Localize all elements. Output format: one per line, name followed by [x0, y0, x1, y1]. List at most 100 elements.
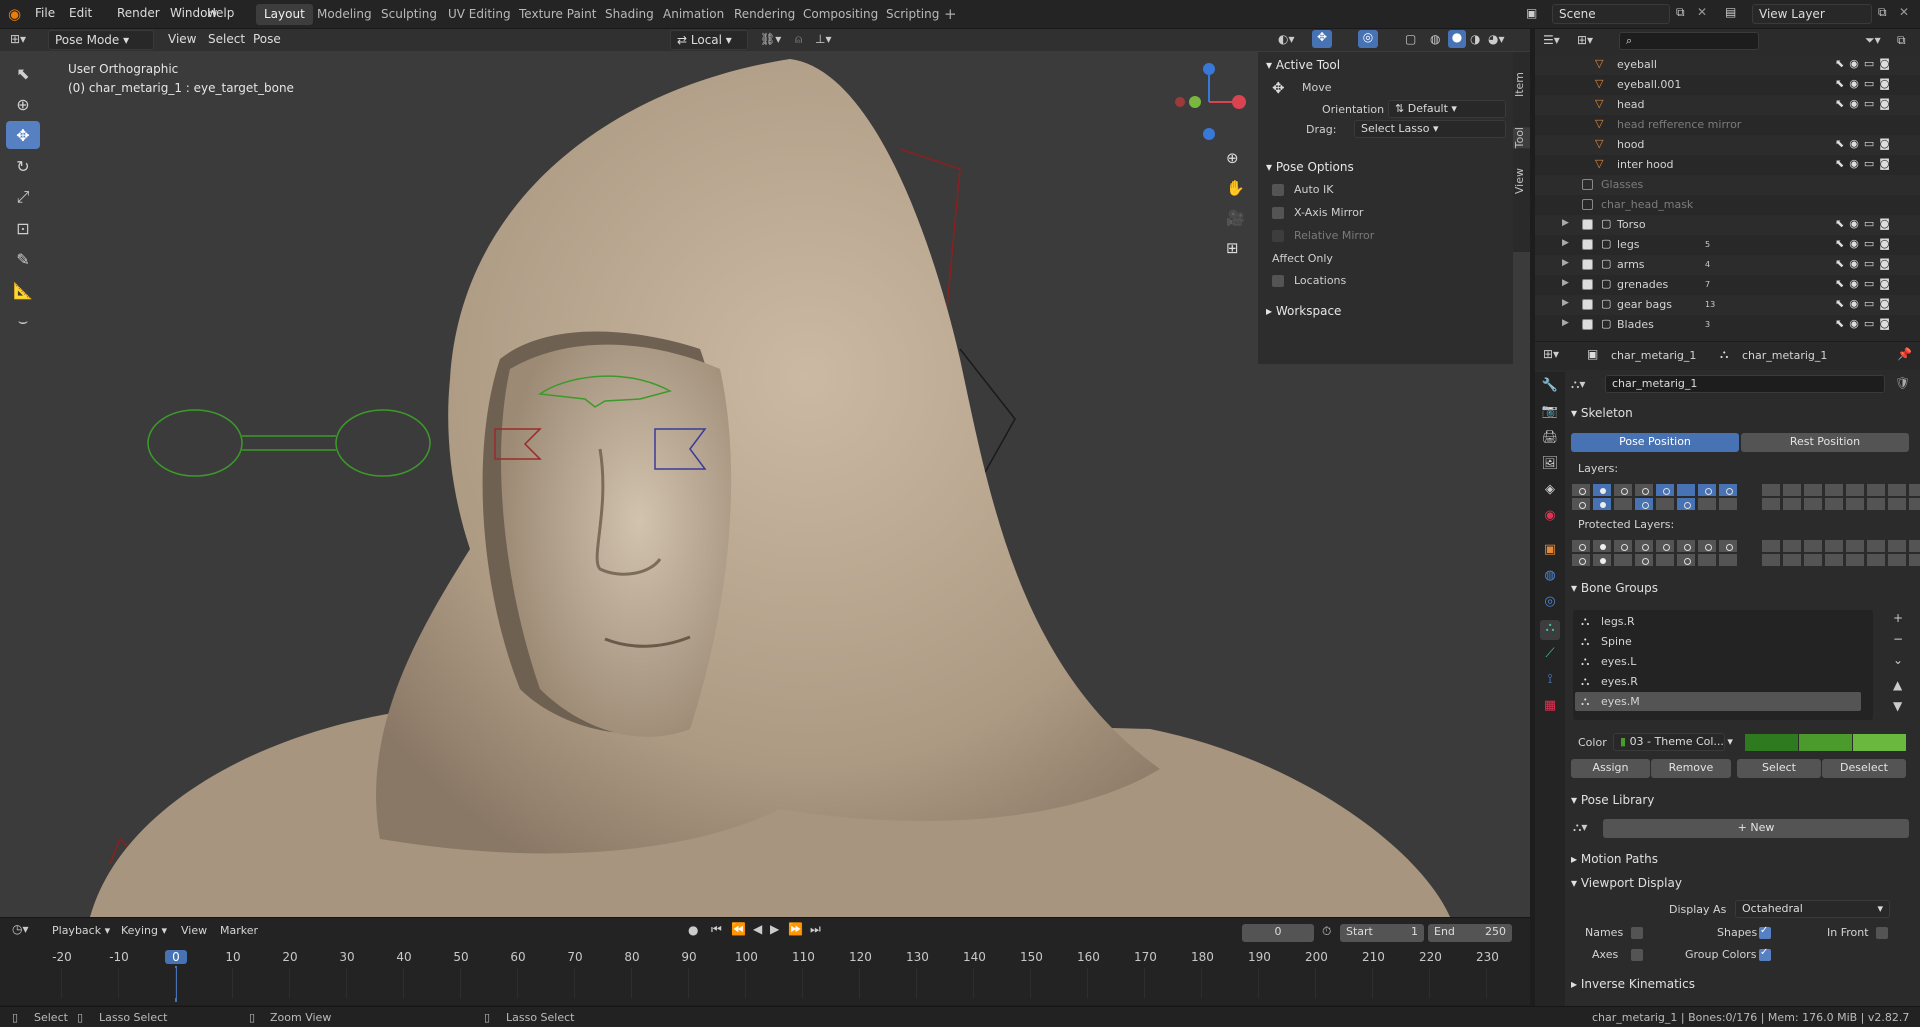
- outliner-row[interactable]: Glasses: [1535, 175, 1920, 195]
- bone-tab-icon[interactable]: ⟋: [1540, 646, 1560, 666]
- bone-group-item[interactable]: ⛬ eyes.L: [1575, 652, 1861, 671]
- layer-cell[interactable]: [1655, 483, 1675, 497]
- names-checkbox[interactable]: [1631, 927, 1643, 939]
- expand-arrow-icon[interactable]: ▶: [1562, 318, 1569, 328]
- x-axis-mirror-checkbox[interactable]: [1272, 207, 1284, 219]
- collection-checkbox[interactable]: [1582, 199, 1593, 210]
- layer-cell[interactable]: [1697, 497, 1717, 511]
- menu-help[interactable]: Help: [207, 6, 234, 20]
- view-layer-close-icon[interactable]: ✕: [1899, 5, 1909, 19]
- annotate-tool-icon[interactable]: ✎: [6, 245, 40, 273]
- pose-options-header[interactable]: ▾ Pose Options: [1266, 160, 1354, 174]
- menu-select[interactable]: Select: [208, 32, 245, 46]
- breadcrumb-data[interactable]: char_metarig_1: [1742, 349, 1827, 362]
- pivot-icon[interactable]: ⛓▾: [760, 32, 781, 46]
- shapes-checkbox[interactable]: [1759, 925, 1771, 939]
- visibility-icon[interactable]: ◐▾: [1278, 32, 1295, 46]
- bone-groups-header[interactable]: ▾ Bone Groups: [1571, 581, 1920, 595]
- row-visibility-icons[interactable]: ⬉◉▭◙: [1835, 217, 1895, 230]
- row-visibility-icons[interactable]: ⬉◉▭◙: [1835, 57, 1895, 70]
- props-editor-icon[interactable]: ⊞▾: [1543, 347, 1559, 361]
- overlay-toggle-icon[interactable]: ◎: [1358, 30, 1378, 48]
- outliner-row[interactable]: ▽ hood ⬉◉▭◙: [1535, 135, 1920, 155]
- layer-cell[interactable]: [1592, 539, 1612, 553]
- layer-cell[interactable]: [1866, 553, 1886, 567]
- layer-cell[interactable]: [1761, 497, 1781, 511]
- layer-cell[interactable]: [1571, 483, 1591, 497]
- expand-arrow-icon[interactable]: ▶: [1562, 258, 1569, 268]
- pose-library-browse-icon[interactable]: ⛬▾: [1573, 820, 1587, 835]
- rest-position-button[interactable]: Rest Position: [1741, 433, 1909, 452]
- layer-cell[interactable]: [1803, 539, 1823, 553]
- in-front-checkbox[interactable]: [1876, 927, 1888, 939]
- outliner-row[interactable]: ▶ ▢ grenades ⬉◉▭◙ 7: [1535, 275, 1920, 295]
- scene-field[interactable]: Scene: [1552, 4, 1670, 24]
- layer-cell[interactable]: [1676, 553, 1696, 567]
- layer-cell[interactable]: [1592, 497, 1612, 511]
- output-tab-icon[interactable]: 🖨: [1540, 430, 1560, 450]
- tab-tool[interactable]: Tool: [1513, 127, 1530, 149]
- layer-cell[interactable]: [1676, 483, 1696, 497]
- layer-cell[interactable]: [1845, 497, 1865, 511]
- gizmo-toggle-icon[interactable]: ✥: [1312, 30, 1332, 48]
- data-type-icon[interactable]: ⛬▾: [1571, 377, 1585, 392]
- orientation-dropdown[interactable]: ⇅ Default ▾: [1388, 100, 1506, 118]
- pan-hand-icon[interactable]: ✋: [1226, 179, 1245, 197]
- add-group-icon[interactable]: +: [1893, 611, 1903, 625]
- measure-tool-icon[interactable]: 📐: [6, 276, 40, 304]
- layers-grid[interactable]: [1571, 483, 1920, 513]
- outliner-row[interactable]: ▶ ▢ arms ⬉◉▭◙ 4: [1535, 255, 1920, 275]
- new-pose-library-button[interactable]: + New: [1603, 819, 1909, 838]
- outliner-row[interactable]: char_head_mask: [1535, 195, 1920, 215]
- modifiers-tab-icon[interactable]: ◍: [1540, 568, 1560, 588]
- pose-position-button[interactable]: Pose Position: [1571, 433, 1739, 452]
- group-color-swatch-2[interactable]: [1799, 734, 1852, 751]
- layer-cell[interactable]: [1887, 497, 1907, 511]
- scene-close-icon[interactable]: ✕: [1697, 5, 1707, 19]
- blender-logo-icon[interactable]: ◉: [8, 5, 26, 23]
- row-visibility-icons[interactable]: ⬉◉▭◙: [1835, 157, 1895, 170]
- shading-wireframe-icon[interactable]: ◍: [1430, 32, 1440, 46]
- layer-cell[interactable]: [1866, 483, 1886, 497]
- layer-cell[interactable]: [1782, 553, 1802, 567]
- row-visibility-icons[interactable]: ⬉◉▭◙: [1835, 237, 1895, 250]
- xray-icon[interactable]: ▢: [1405, 32, 1416, 46]
- pin-icon[interactable]: 📌: [1897, 347, 1912, 361]
- bone-group-item[interactable]: ⛬ Spine: [1575, 632, 1861, 651]
- collection-checkbox[interactable]: [1582, 319, 1593, 330]
- collection-checkbox[interactable]: [1582, 239, 1593, 250]
- layer-cell[interactable]: [1634, 539, 1654, 553]
- color-set-dropdown[interactable]: ▮ 03 - Theme Col... ▾: [1613, 733, 1733, 751]
- menu-file[interactable]: File: [35, 6, 55, 20]
- axes-checkbox[interactable]: [1631, 949, 1643, 961]
- layer-cell[interactable]: [1718, 483, 1738, 497]
- layer-cell[interactable]: [1718, 539, 1738, 553]
- layer-cell[interactable]: [1824, 553, 1844, 567]
- filter-funnel-icon[interactable]: ⏷▾: [1865, 33, 1881, 48]
- layer-cell[interactable]: [1803, 483, 1823, 497]
- group-color-swatch-3[interactable]: [1853, 734, 1906, 751]
- workspace-header[interactable]: ▸ Workspace: [1266, 304, 1341, 318]
- constraints-tab-icon[interactable]: ◎: [1540, 594, 1560, 614]
- snap-icon[interactable]: ⍝: [795, 32, 802, 47]
- proportional-icon[interactable]: ⊥▾: [815, 32, 831, 46]
- layer-cell[interactable]: [1845, 539, 1865, 553]
- layer-cell[interactable]: [1845, 483, 1865, 497]
- layer-cell[interactable]: [1761, 539, 1781, 553]
- layer-cell[interactable]: [1866, 539, 1886, 553]
- grid-view-icon[interactable]: ⊞: [1226, 239, 1239, 257]
- layer-cell[interactable]: [1782, 539, 1802, 553]
- shading-material-icon[interactable]: ◑: [1470, 32, 1480, 46]
- layer-cell[interactable]: [1782, 497, 1802, 511]
- scene-copy-icon[interactable]: ⧉: [1676, 5, 1685, 20]
- outliner-row[interactable]: ▽ head ⬉◉▭◙: [1535, 95, 1920, 115]
- view-layer-copy-icon[interactable]: ⧉: [1878, 5, 1887, 20]
- group-colors-checkbox[interactable]: [1759, 947, 1771, 961]
- select-tool-icon[interactable]: ⬉: [6, 59, 40, 87]
- outliner-row[interactable]: ▽ head refference mirror: [1535, 115, 1920, 135]
- outliner-search-input[interactable]: ⌕: [1619, 32, 1759, 50]
- menu-view[interactable]: View: [168, 32, 196, 46]
- layer-cell[interactable]: [1655, 553, 1675, 567]
- bone-group-item[interactable]: ⛬ legs.R: [1575, 612, 1861, 631]
- layer-cell[interactable]: [1676, 497, 1696, 511]
